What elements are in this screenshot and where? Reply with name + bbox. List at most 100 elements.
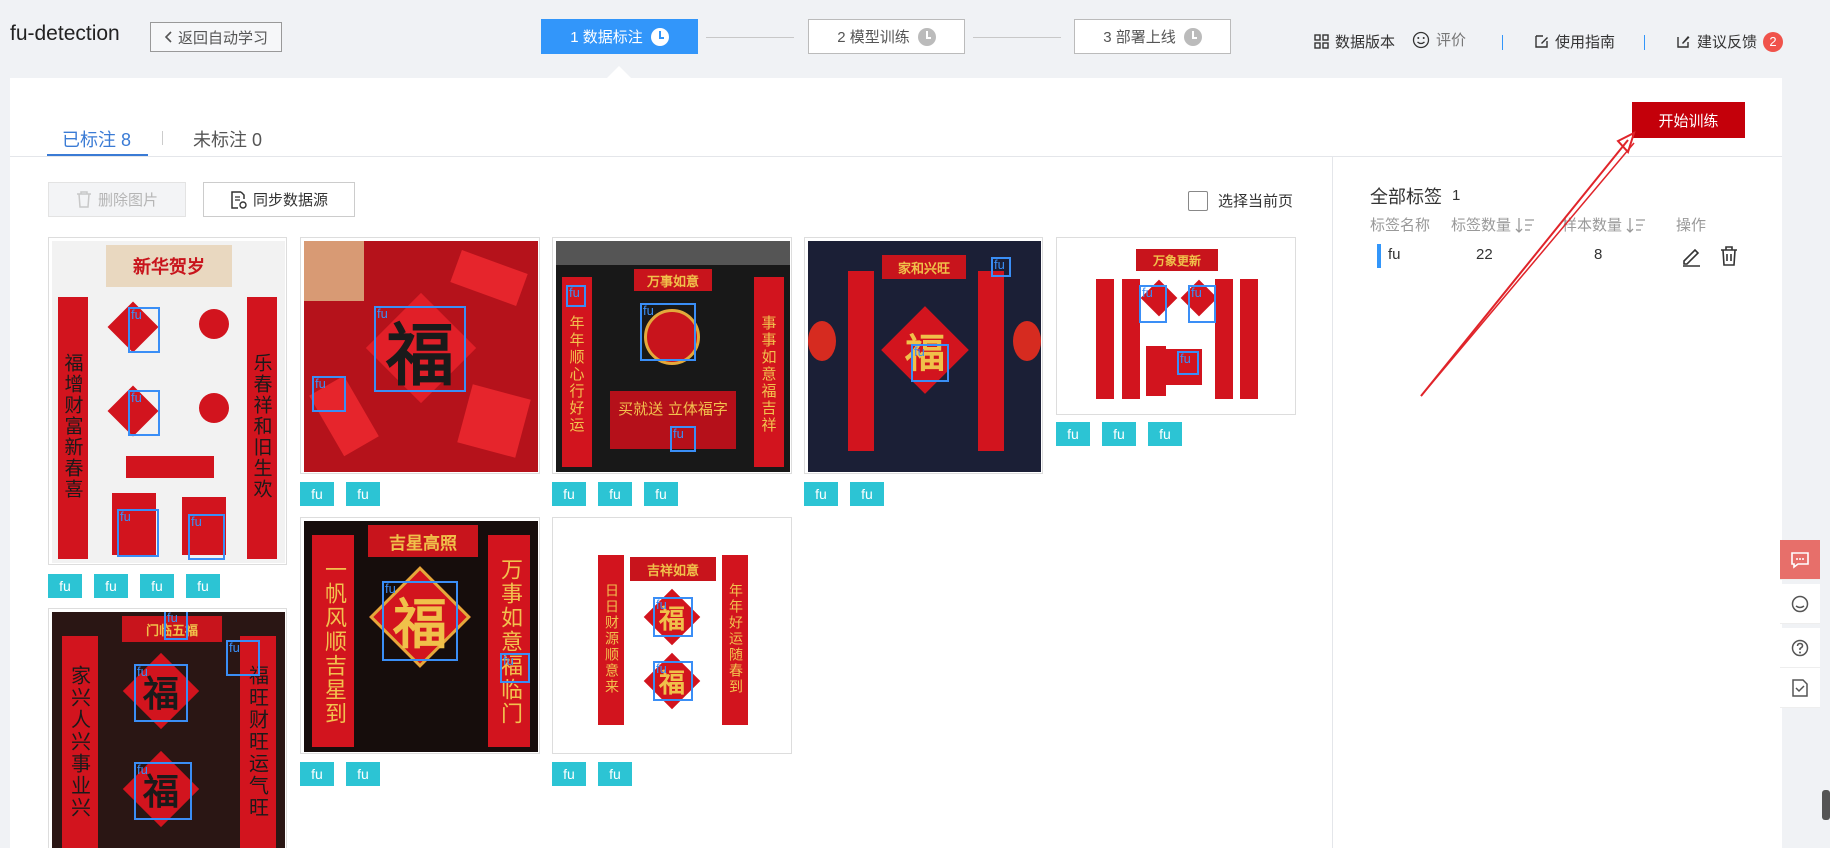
tag-chip: fu <box>804 482 838 506</box>
image-thumbnail: 吉祥如意 日日财源顺意来 年年好运随春到 福 福 fu fu <box>556 521 790 752</box>
column-header-label-count[interactable]: 标签数量 <box>1451 214 1535 235</box>
sort-icon[interactable] <box>1626 217 1646 233</box>
annotation-label: fu <box>656 597 667 612</box>
annotation-label: fu <box>137 762 148 777</box>
delete-images-button[interactable]: 删除图片 <box>48 182 186 217</box>
annotation-box[interactable]: fu <box>374 306 466 392</box>
edit-icon[interactable] <box>1680 245 1702 267</box>
help-button[interactable] <box>1780 628 1820 668</box>
guide-link[interactable]: 使用指南 <box>1534 31 1615 52</box>
image-card[interactable]: 福 fu fu <box>300 237 540 474</box>
delete-icon[interactable] <box>1719 245 1739 267</box>
annotation-box[interactable]: fu <box>226 640 260 676</box>
annotation-box[interactable]: fu <box>500 653 530 683</box>
column-header-sample-count[interactable]: 样本数量 <box>1562 214 1646 235</box>
tabs-divider <box>10 156 1782 157</box>
annotation-label: fu <box>673 426 684 441</box>
tag-chip: fu <box>346 762 380 786</box>
tag-chip: fu <box>1056 422 1090 446</box>
annotation-label: fu <box>1191 285 1202 300</box>
select-page-checkbox[interactable] <box>1188 190 1208 211</box>
image-text-right: 事事如意福吉祥 <box>759 314 778 434</box>
label-name: fu <box>1388 246 1401 263</box>
all-labels-count: 1 <box>1452 187 1461 204</box>
label-color-bar <box>1377 244 1381 268</box>
annotation-box[interactable]: fu <box>653 661 693 701</box>
annotation-box[interactable]: fu <box>1139 285 1167 323</box>
step-connector <box>706 37 794 38</box>
scrollbar-thumb[interactable] <box>1822 790 1830 820</box>
tab-unannotated[interactable]: 未标注 0 <box>193 126 262 152</box>
feedback-link[interactable]: 建议反馈 2 <box>1676 31 1784 52</box>
annotation-box[interactable]: fu <box>134 664 188 722</box>
annotation-box[interactable]: fu <box>640 303 696 361</box>
image-text-left: 日日财源顺意来 <box>603 583 619 695</box>
rating-link[interactable]: 评价 <box>1412 29 1466 50</box>
annotation-box[interactable]: fu <box>670 426 696 452</box>
annotation-box[interactable]: fu <box>164 612 188 640</box>
annotation-box[interactable]: fu <box>312 376 346 412</box>
annotation-box[interactable]: fu <box>134 762 192 820</box>
select-current-page[interactable]: 选择当前页 <box>1188 190 1293 211</box>
tag-chip: fu <box>598 482 632 506</box>
tag-chip: fu <box>1148 422 1182 446</box>
data-version-link[interactable]: 数据版本 <box>1314 31 1395 52</box>
image-card[interactable]: 万象更新 fu fu fu <box>1056 237 1296 415</box>
help-icon <box>1791 639 1809 656</box>
step-model-training[interactable]: 2 模型训练 <box>808 19 965 54</box>
annotation-box[interactable]: fu <box>566 285 586 307</box>
annotation-box[interactable]: fu <box>382 581 458 661</box>
image-card[interactable]: 新华贺岁 福增财富新春喜 乐春祥和旧生欢 fu fu fu fu <box>48 237 287 565</box>
feedback-edit-icon <box>1677 36 1690 48</box>
all-labels-title: 全部标签 <box>1370 187 1442 207</box>
image-text-banner: 吉祥如意 <box>630 557 716 581</box>
tag-chip: fu <box>1102 422 1136 446</box>
image-card[interactable]: 门临五福 家兴人兴事业兴 福旺财旺运气旺 福 福 fu fu fu fu <box>48 608 287 848</box>
annotation-box[interactable]: fu <box>1177 351 1199 375</box>
image-thumbnail: 福 fu fu <box>304 241 538 472</box>
image-tags: fu fu fu <box>1056 422 1182 446</box>
column-header-label: 操作 <box>1676 217 1707 234</box>
annotation-box[interactable]: fu <box>1188 285 1216 323</box>
image-card[interactable]: 万事如意 年年顺心行好运 事事如意福吉祥 买就送 立体福字 fu fu fu <box>552 237 792 474</box>
sort-icon[interactable] <box>1515 217 1535 233</box>
image-text-left: 福增财富新春喜 <box>61 352 84 500</box>
start-training-button[interactable]: 开始训练 <box>1632 102 1745 138</box>
annotation-box[interactable]: fu <box>991 257 1011 277</box>
image-card[interactable]: 吉星高照 一帆风顺吉星到 万事如意福临门 福 fu fu <box>300 517 540 754</box>
annotation-box[interactable]: fu <box>117 509 159 557</box>
trash-icon <box>76 191 91 208</box>
image-tags: fu fu <box>552 762 632 786</box>
annotation-box[interactable]: fu <box>128 390 160 436</box>
annotation-box[interactable]: fu <box>653 597 693 637</box>
feedback-label: 建议反馈 <box>1697 34 1758 51</box>
chat-button[interactable] <box>1780 540 1820 580</box>
notes-button[interactable] <box>1780 668 1820 708</box>
annotation-box[interactable]: fu <box>188 514 225 560</box>
image-card[interactable]: 家和兴旺 福 fu fu <box>804 237 1043 474</box>
annotation-box[interactable]: fu <box>128 307 160 353</box>
delete-images-label: 删除图片 <box>97 192 158 209</box>
tag-chip: fu <box>598 762 632 786</box>
couplet-right <box>978 271 1004 451</box>
annotation-label: fu <box>994 257 1005 272</box>
annotation-label: fu <box>643 303 654 318</box>
tag-chip: fu <box>850 482 884 506</box>
tag-chip: fu <box>346 482 380 506</box>
annotation-label: fu <box>503 653 514 668</box>
sync-datasource-button[interactable]: 同步数据源 <box>203 182 355 217</box>
tag-chip: fu <box>644 482 678 506</box>
back-button[interactable]: 返回自动学习 <box>150 22 282 52</box>
image-tags: fu fu <box>804 482 884 506</box>
tag-chip: fu <box>94 574 128 598</box>
tab-annotated[interactable]: 已标注 8 <box>62 126 131 152</box>
annotation-box[interactable]: fu <box>911 344 949 382</box>
step-data-annotation[interactable]: 1 数据标注 <box>541 19 698 54</box>
step-deploy[interactable]: 3 部署上线 <box>1074 19 1231 54</box>
image-card[interactable]: 吉祥如意 日日财源顺意来 年年好运随春到 福 福 fu fu <box>552 517 792 754</box>
panel-divider <box>1332 157 1333 848</box>
sync-datasource-label: 同步数据源 <box>252 192 328 209</box>
paper-cut-circle <box>192 386 236 430</box>
support-button[interactable] <box>1780 584 1820 624</box>
annotation-label: fu <box>1180 351 1191 366</box>
